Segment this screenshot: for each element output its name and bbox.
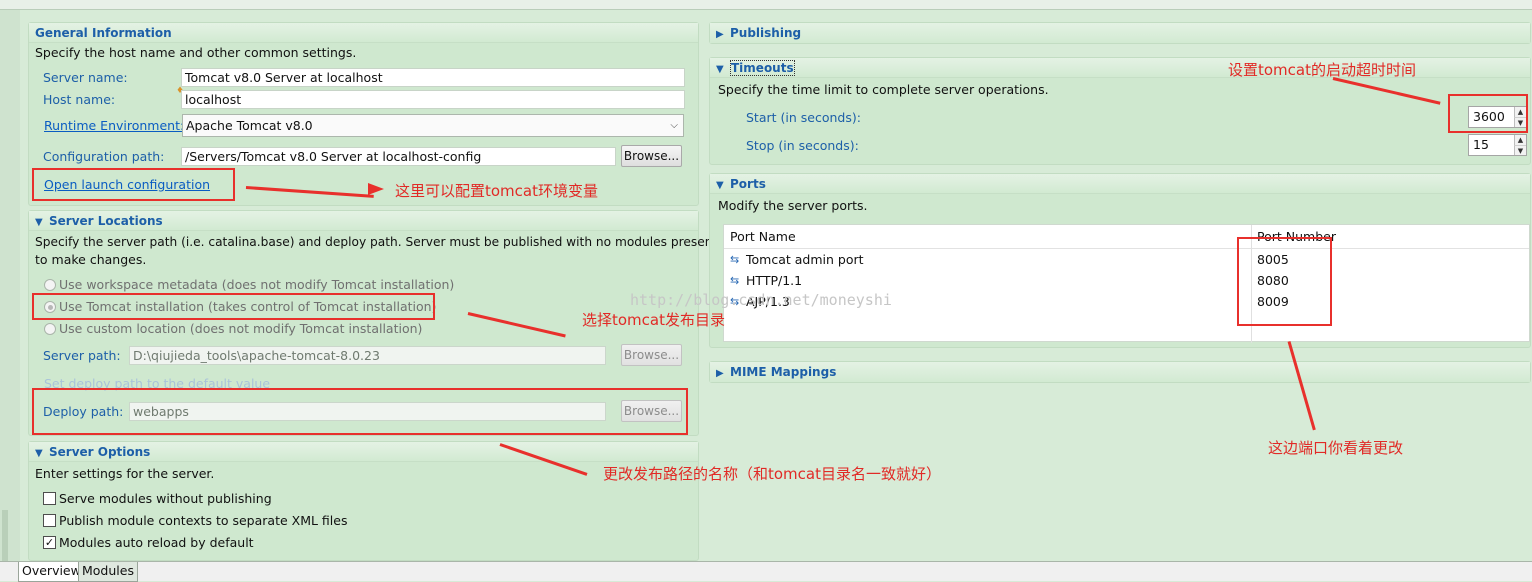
workspace-metadata-label: Use workspace metadata (does not modify … [59, 277, 455, 292]
auto-reload-checkbox[interactable]: ✓ [43, 536, 56, 549]
port-name-cell: HTTP/1.1 [746, 273, 803, 288]
port-name-column-header[interactable]: Port Name [730, 225, 796, 249]
launch-config-highlight-box [32, 168, 235, 201]
annotation-select-dir: 选择tomcat发布目录 [582, 311, 725, 329]
configuration-path-input[interactable]: /Servers/Tomcat v8.0 Server at localhost… [181, 147, 616, 166]
workspace-metadata-radio[interactable] [44, 279, 56, 291]
server-locations-header[interactable]: ▼ Server Locations [29, 211, 698, 231]
collapse-arrow-icon: ▼ [35, 217, 43, 228]
server-name-label: Server name: [43, 70, 128, 85]
tomcat-installation-highlight-box [32, 293, 435, 320]
annotation-env-vars: 这里可以配置tomcat环境变量 [395, 182, 598, 200]
collapse-arrow-icon: ▼ [716, 180, 724, 191]
stop-timeout-label: Stop (in seconds): [746, 138, 859, 153]
start-timeout-highlight-box [1448, 94, 1528, 133]
tab-modules[interactable]: Modules [78, 562, 138, 582]
port-icon: ⇆ [730, 274, 740, 287]
runtime-selected-value: Apache Tomcat v8.0 [186, 118, 313, 133]
publish-contexts-checkbox[interactable] [43, 514, 56, 527]
collapse-arrow-icon: ▼ [716, 64, 724, 75]
custom-location-radio[interactable] [44, 323, 56, 335]
deploy-path-highlight-box [32, 388, 688, 435]
port-name-cell: Tomcat admin port [746, 252, 864, 267]
spinner-down-icon[interactable]: ▼ [1514, 145, 1526, 155]
general-description: Specify the host name and other common s… [35, 45, 357, 60]
server-locations-description-2: to make changes. [35, 252, 147, 267]
custom-location-label: Use custom location (does not modify Tom… [59, 321, 423, 336]
section-title: Server Options [49, 445, 151, 459]
ports-header[interactable]: ▼ Ports [710, 174, 1530, 194]
runtime-environment-link[interactable]: Runtime Environment: [44, 118, 184, 133]
publish-contexts-label: Publish module contexts to separate XML … [59, 513, 348, 528]
stop-timeout-spinner[interactable]: 15 ▲ ▼ [1468, 134, 1527, 156]
table-row[interactable]: ⇆ Tomcat admin port 8005 [724, 249, 1529, 270]
server-name-input[interactable]: Tomcat v8.0 Server at localhost [181, 68, 685, 87]
configuration-browse-button[interactable]: Browse... [621, 145, 682, 167]
server-locations-description-1: Specify the server path (i.e. catalina.b… [35, 235, 718, 249]
editor-top-strip [0, 0, 1532, 10]
stop-timeout-value: 15 [1473, 137, 1489, 152]
mime-mappings-header[interactable]: ▶ MIME Mappings [710, 362, 1530, 382]
arrowhead-icon [368, 183, 384, 195]
host-name-label: Host name: [43, 92, 116, 107]
section-title: Ports [730, 177, 766, 191]
general-information-header[interactable]: General Information [29, 23, 698, 43]
annotation-ports: 这边端口你看着更改 [1268, 439, 1404, 457]
annotation-timeout: 设置tomcat的启动超时时间 [1228, 61, 1416, 79]
timeouts-description: Specify the time limit to complete serve… [718, 82, 1049, 97]
annotation-deploy-name: 更改发布路径的名称（和tomcat目录名一致就好） [603, 465, 941, 483]
collapse-arrow-icon: ▼ [35, 448, 43, 459]
annotation-arrow [1287, 341, 1316, 431]
serve-modules-checkbox[interactable] [43, 492, 56, 505]
spinner-up-icon[interactable]: ▲ [1514, 135, 1526, 145]
left-gutter [0, 10, 20, 570]
section-title: Server Locations [49, 214, 163, 228]
expand-arrow-icon: ▶ [716, 368, 724, 379]
port-numbers-highlight-box [1237, 237, 1332, 326]
publishing-header[interactable]: ▶ Publishing [710, 23, 1530, 43]
server-options-header[interactable]: ▼ Server Options [29, 442, 698, 462]
ports-description: Modify the server ports. [718, 198, 868, 213]
section-title: Publishing [730, 26, 802, 40]
configuration-path-label: Configuration path: [43, 149, 165, 164]
section-title: General Information [35, 26, 172, 40]
auto-reload-label: Modules auto reload by default [59, 535, 254, 550]
start-timeout-label: Start (in seconds): [746, 110, 861, 125]
serve-modules-label: Serve modules without publishing [59, 491, 272, 506]
server-options-description: Enter settings for the server. [35, 466, 215, 481]
server-path-input[interactable]: D:\qiujieda_tools\apache-tomcat-8.0.23 [129, 346, 606, 365]
mime-mappings-section: ▶ MIME Mappings [709, 361, 1531, 383]
chevron-down-icon: ⌵ [670, 120, 678, 131]
server-path-label: Server path: [43, 348, 121, 363]
tab-overview[interactable]: Overview [18, 562, 85, 582]
runtime-environment-select[interactable]: Apache Tomcat v8.0 ⌵ [182, 114, 684, 137]
ports-table-header: Port Name Port Number [724, 225, 1529, 343]
expand-arrow-icon: ▶ [716, 29, 724, 40]
publishing-section: ▶ Publishing [709, 22, 1531, 44]
ports-table: Port Name Port Number ⇆ Tomcat admin por… [723, 224, 1530, 343]
server-path-browse-button[interactable]: Browse... [621, 344, 682, 366]
table-row[interactable]: ⇆ HTTP/1.1 8080 [724, 270, 1529, 291]
host-name-input[interactable]: localhost [181, 90, 685, 109]
port-icon: ⇆ [730, 253, 740, 266]
editor-tab-bar: Overview Modules [0, 561, 1532, 582]
watermark-text: http://blog.csdn.net/moneyshi [630, 291, 892, 309]
section-title: Timeouts [730, 60, 795, 76]
section-title: MIME Mappings [730, 365, 837, 379]
